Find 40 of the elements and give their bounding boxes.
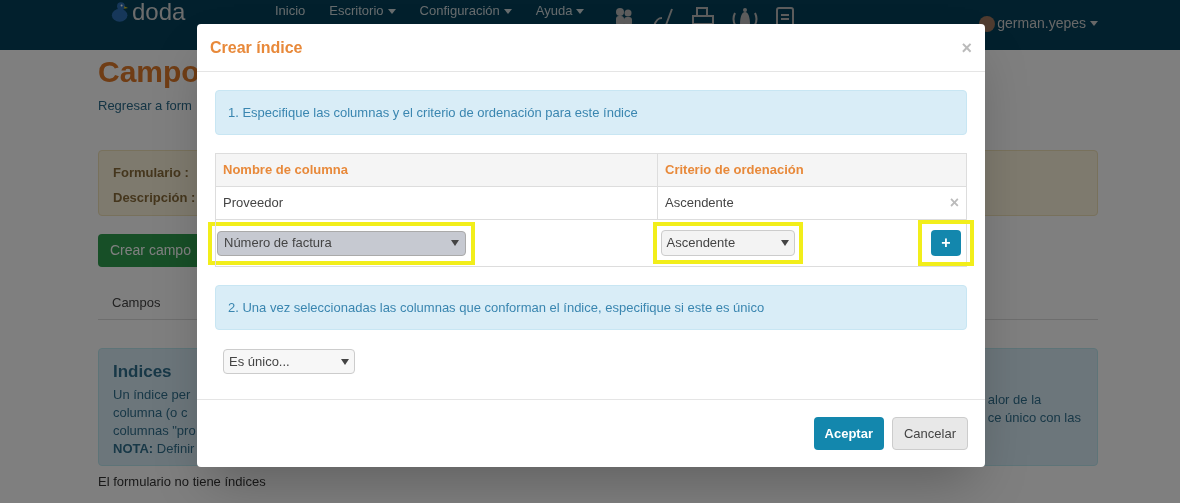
logo-text: doda xyxy=(132,1,187,23)
panel-title: Indices xyxy=(113,360,173,383)
form-info-label: Formulario : xyxy=(113,163,189,182)
caret-icon xyxy=(1090,21,1098,26)
empty-message: El formulario no tiene índices xyxy=(98,473,266,489)
column-header: Nombre de columna xyxy=(215,153,658,187)
nav-link[interactable]: Configuración xyxy=(419,3,512,19)
modal-title: Crear índice xyxy=(210,37,303,58)
page-title: Campo xyxy=(98,54,201,90)
form-info-label: Descripción : xyxy=(113,189,196,207)
caret-icon xyxy=(780,240,789,246)
nav-link[interactable]: Inicio xyxy=(275,3,306,19)
panel-text: NOTA: Definir xyxy=(113,440,196,458)
alert-text: 1. Especifique las columnas y el criterio de ordenación para este índice xyxy=(228,103,638,122)
tab[interactable]: Campos xyxy=(112,284,161,319)
panel-text: columnas "pro xyxy=(113,422,196,440)
printer-icon[interactable] xyxy=(692,7,715,27)
user-menu[interactable]: german.yepes xyxy=(997,13,1098,34)
close-button[interactable]: × xyxy=(961,38,972,57)
cancel-button[interactable]: Cancelar xyxy=(891,417,968,450)
column-select[interactable]: Número de factura xyxy=(217,230,466,256)
panel-text: Un índice per xyxy=(113,386,192,404)
document-icon[interactable] xyxy=(776,7,795,27)
order-select[interactable]: Ascendente xyxy=(660,230,795,256)
unique-select[interactable]: Es único... xyxy=(223,349,355,374)
nav-link[interactable]: Ayuda xyxy=(535,3,585,19)
caret-icon xyxy=(341,358,349,365)
remove-button[interactable]: × xyxy=(949,195,959,211)
caret-icon xyxy=(451,240,459,246)
panel-text: columna (o c xyxy=(113,404,189,422)
table-cell-text: Ascendente xyxy=(665,194,734,213)
alert-text: 2. Una vez seleccionadas las columnas que conforman el índice, especifique si este es único xyxy=(228,298,765,317)
accept-button[interactable]: Aceptar xyxy=(813,417,884,450)
add-button[interactable]: + xyxy=(931,230,961,256)
panel-text: ce único con las xyxy=(987,408,1081,427)
panel-text: alor de la xyxy=(987,390,1043,409)
nav-link[interactable]: Escritorio xyxy=(329,3,396,19)
column-header: Criterio de ordenación xyxy=(657,153,967,187)
bell-icon[interactable] xyxy=(732,7,759,27)
table-cell: Proveedor xyxy=(215,186,658,220)
